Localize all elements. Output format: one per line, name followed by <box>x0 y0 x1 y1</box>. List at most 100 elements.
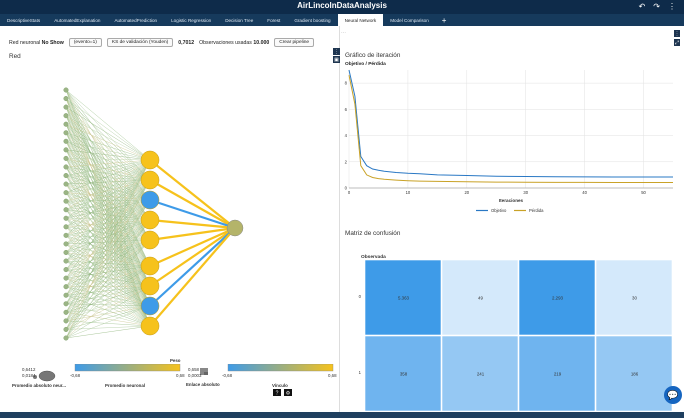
input-neuron <box>63 173 69 179</box>
input-neuron <box>63 207 69 213</box>
iteration-chart-title: Gráfico de iteración <box>345 52 401 59</box>
input-neuron <box>63 267 69 273</box>
input-neuron <box>63 241 69 247</box>
tab-bar: DescriptiveStats AutomatedExplanation Auto… <box>0 14 684 26</box>
row-label: 1 <box>359 370 362 375</box>
input-neuron <box>63 309 69 315</box>
network-label: Red neuronal No Show <box>9 39 64 46</box>
panel-drag-handle[interactable]: ⋯ <box>341 30 346 36</box>
model-toolbar: Red neuronal No Show (evento=1) KS de va… <box>9 38 315 47</box>
panel-menu-icon[interactable]: ⋮ <box>674 30 680 37</box>
y-tick-label: 8 <box>345 81 348 86</box>
x-tick-label: 50 <box>641 190 646 195</box>
tab-neural-network[interactable]: Neural Network <box>337 14 384 26</box>
app-title: AirLincolnDataAnalysis <box>297 1 387 10</box>
network-legend: ? ⚙ 0,6412 0,0184 Promedio absoluto neur… <box>0 358 340 404</box>
tab-automatedprediction[interactable]: AutomatedPrediction <box>107 14 164 26</box>
help-icon[interactable]: ? <box>276 391 279 397</box>
input-neuron <box>63 249 69 255</box>
obs-label: Observaciones usadas 10.000 <box>199 39 270 46</box>
input-neuron <box>63 113 69 119</box>
tab-model-comparison[interactable]: Model Comparison <box>383 14 436 26</box>
tab-descriptivestats[interactable]: DescriptiveStats <box>0 14 47 26</box>
link-icon[interactable]: ⚙ <box>286 391 291 397</box>
hidden-neuron <box>140 276 160 296</box>
hidden-neuron <box>140 256 160 276</box>
link-color-max: 0,68 <box>328 373 337 378</box>
y-tick-label: 6 <box>345 107 348 112</box>
input-neuron <box>63 181 69 187</box>
hidden-neuron <box>140 150 160 170</box>
menu-icon[interactable]: ⋮ <box>333 48 340 55</box>
color-legend-min: -0,68 <box>70 373 81 378</box>
input-neuron <box>63 258 69 264</box>
ks-button[interactable]: KS de validación (Youden) <box>106 38 174 47</box>
input-neuron <box>63 190 69 196</box>
link-size-legend-small <box>204 372 208 375</box>
input-neuron <box>63 155 69 161</box>
x-axis-label: Iteraciones <box>499 198 524 203</box>
size-legend-min: 0,0184 <box>22 373 36 378</box>
output-link <box>149 227 236 307</box>
input-neuron <box>63 284 69 290</box>
tab-gradient-boosting[interactable]: Gradient boosting <box>287 14 337 26</box>
redo-icon[interactable]: ↷ <box>653 2 660 11</box>
tab-automatedexplanation[interactable]: AutomatedExplanation <box>47 14 107 26</box>
input-neuron <box>63 326 69 332</box>
more-options-icon[interactable]: ⋮ <box>668 2 676 11</box>
cell-value: 358 <box>400 372 408 377</box>
size-legend-large-node <box>38 370 56 382</box>
legend-label: Objetivo <box>491 208 507 213</box>
size-legend-title: Promedio absoluto neur... <box>12 383 66 388</box>
output-neuron <box>226 219 244 237</box>
save-icon[interactable]: ▣ <box>333 56 340 63</box>
tab-logistic-regression[interactable]: Logistic Regression <box>164 14 218 26</box>
status-strip <box>0 412 684 418</box>
cell-value: 241 <box>477 372 485 377</box>
input-neuron <box>63 164 69 170</box>
network-title: Red <box>9 53 21 60</box>
link-size-max: 0,658 <box>188 367 199 372</box>
neural-network-diagram[interactable] <box>0 60 340 372</box>
tab-decision-tree[interactable]: Decision Tree <box>218 14 260 26</box>
create-pipeline-button[interactable]: Crear pipeline <box>274 38 315 47</box>
add-tab-icon[interactable]: + <box>436 14 453 26</box>
side-toolbar: ⋮ ▣ <box>333 48 340 63</box>
neuron-color-gradient <box>74 364 181 372</box>
y-tick-label: 4 <box>345 133 348 138</box>
input-neuron <box>63 121 69 127</box>
color-legend-max: 0,68 <box>176 373 185 378</box>
hidden-neuron <box>140 190 160 210</box>
input-neuron <box>63 215 69 221</box>
neural-network-pane: Red neuronal No Show (evento=1) KS de va… <box>0 26 340 412</box>
title-bar-icons: ↶ ↷ ⋮ <box>639 2 676 11</box>
ks-value: 0,7012 <box>178 39 195 46</box>
cell-value: 186 <box>631 372 639 377</box>
input-hidden-links <box>65 89 151 339</box>
undo-icon[interactable]: ↶ <box>639 2 646 11</box>
input-neuron <box>63 275 69 281</box>
input-neuron <box>63 301 69 307</box>
input-neuron <box>63 138 69 144</box>
input-neuron <box>63 104 69 110</box>
confusion-title: Matriz de confusión <box>345 230 401 237</box>
link-color-gradient <box>227 364 334 372</box>
target-variable[interactable]: No Show <box>42 40 64 46</box>
chat-icon[interactable]: 💬 <box>664 386 682 404</box>
color-legend-title: Promedio neuronal <box>105 383 146 388</box>
tab-forest[interactable]: Forest <box>260 14 287 26</box>
iteration-chart[interactable]: 024680 10 20 30 40 50IteracionesObjetivo Pérdi… <box>341 66 677 226</box>
confusion-matrix[interactable]: Observada05.363492.293301358241219186Pre… <box>341 238 677 418</box>
title-bar: AirLincolnDataAnalysis ↶ ↷ ⋮ <box>0 0 684 14</box>
event-button[interactable]: (evento=1) <box>68 38 102 47</box>
hidden-neuron <box>140 316 160 336</box>
input-neuron <box>63 335 69 341</box>
input-neuron <box>63 198 69 204</box>
observed-label: Observada <box>361 254 386 260</box>
input-neuron <box>63 292 69 298</box>
hidden-neuron <box>140 296 160 316</box>
expand-icon[interactable]: ⤢ <box>674 39 680 46</box>
hidden-neuron <box>140 210 160 230</box>
x-tick-label: 20 <box>464 190 469 195</box>
size-legend-max: 0,6412 <box>22 367 36 372</box>
